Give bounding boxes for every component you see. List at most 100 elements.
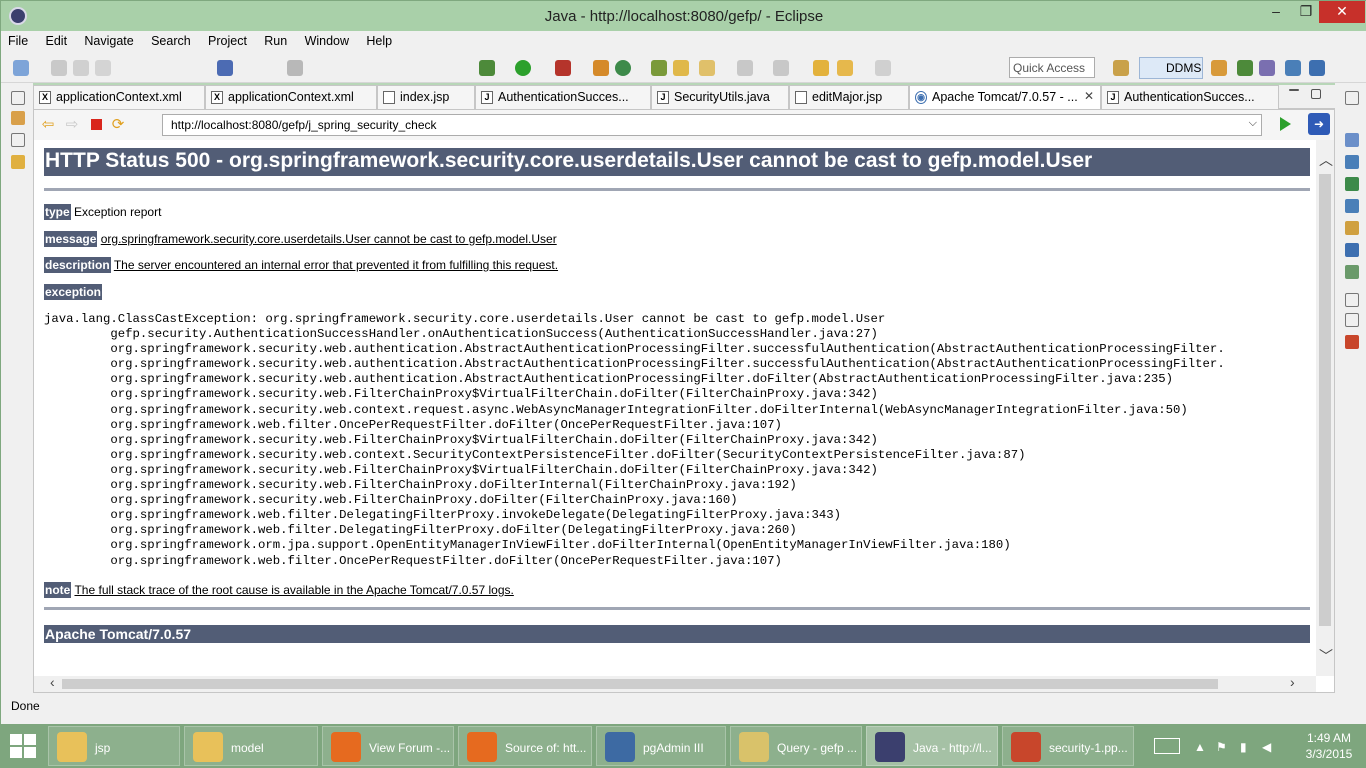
taskbar-item[interactable]: Query - gefp ... xyxy=(730,726,862,766)
search-tool-icon[interactable] xyxy=(699,60,715,76)
outline-icon[interactable] xyxy=(1345,133,1359,147)
tab-index-jsp[interactable]: index.jsp xyxy=(377,85,475,109)
minimize-editor-icon[interactable] xyxy=(1289,89,1299,91)
open-folder-icon[interactable] xyxy=(673,60,689,76)
tab-apache-tomcat-browser[interactable]: ◉ Apache Tomcat/7.0.57 - ... ✕ xyxy=(909,85,1101,109)
skip-breakpoints-icon[interactable] xyxy=(217,60,233,76)
go-icon[interactable] xyxy=(1280,117,1291,131)
restore-icon[interactable] xyxy=(11,91,25,105)
show-hidden-icons-icon[interactable]: ▲ xyxy=(1194,740,1206,754)
taskbar-item[interactable]: Source of: htt... xyxy=(458,726,592,766)
spring-explorer-icon[interactable] xyxy=(1345,177,1359,191)
perspective-label: DDMS xyxy=(1166,61,1202,75)
menu-run[interactable]: Run xyxy=(257,31,294,48)
tab-authentication-success-handler-2[interactable]: J AuthenticationSucces... xyxy=(1101,85,1279,109)
action-center-icon[interactable]: ⚑ xyxy=(1216,740,1227,754)
powerpoint-icon xyxy=(1011,732,1041,762)
menu-file[interactable]: File xyxy=(1,31,35,48)
scroll-right-icon[interactable]: › xyxy=(1290,674,1295,690)
restore-icon[interactable] xyxy=(1345,313,1359,327)
taskbar-item[interactable]: Java - http://l... xyxy=(866,726,998,766)
next-annotation-icon[interactable] xyxy=(737,60,753,76)
perspective-ddms-button[interactable]: DDMS xyxy=(1139,57,1203,79)
prev-annotation-icon[interactable] xyxy=(773,60,789,76)
url-input[interactable]: http://localhost:8080/gefp/j_spring_secu… xyxy=(162,114,1262,136)
task-list-icon[interactable] xyxy=(1345,155,1359,169)
windows-start-icon[interactable] xyxy=(10,734,36,758)
open-external-browser-icon[interactable]: ➜ xyxy=(1308,113,1330,135)
tab-application-context-1[interactable]: XapplicationContext.xml xyxy=(33,85,205,109)
taskbar-item[interactable]: security-1.pp... xyxy=(1002,726,1134,766)
debug-perspective-icon[interactable] xyxy=(1237,60,1253,76)
menu-window[interactable]: Window xyxy=(298,31,356,48)
scroll-up-icon[interactable]: ︿ xyxy=(1319,150,1333,170)
close-button[interactable]: ✕ xyxy=(1319,1,1365,23)
cvs-perspective-icon[interactable] xyxy=(1285,60,1301,76)
progress-icon[interactable] xyxy=(1345,265,1359,279)
open-perspective-icon[interactable] xyxy=(1113,60,1129,76)
menu-search[interactable]: Search xyxy=(144,31,198,48)
last-edit-icon[interactable] xyxy=(813,60,829,76)
restore-icon[interactable] xyxy=(1345,91,1359,105)
forward-icon[interactable] xyxy=(875,60,891,76)
servers-icon[interactable] xyxy=(1345,243,1359,257)
tab-authentication-success-handler[interactable]: J AuthenticationSucces... xyxy=(475,85,651,109)
run-external-icon[interactable] xyxy=(555,60,571,76)
menu-edit[interactable]: Edit xyxy=(39,31,75,48)
taskbar-item[interactable]: View Forum -... xyxy=(322,726,454,766)
print-icon[interactable] xyxy=(95,60,111,76)
close-icon[interactable]: ✕ xyxy=(1084,89,1094,103)
maximize-button[interactable]: ❐ xyxy=(1291,1,1321,23)
taskbar-item[interactable]: jsp xyxy=(48,726,180,766)
refresh-icon[interactable]: ⟳ xyxy=(110,117,126,133)
java-perspective-icon[interactable] xyxy=(1259,60,1275,76)
svn-perspective-icon[interactable] xyxy=(1309,60,1325,76)
minimize-button[interactable]: – xyxy=(1261,1,1291,23)
open-type-icon[interactable] xyxy=(651,60,667,76)
problems-icon[interactable] xyxy=(1345,221,1359,235)
new-icon[interactable] xyxy=(13,60,29,76)
build-icon[interactable] xyxy=(593,60,609,76)
menu-help[interactable]: Help xyxy=(359,31,399,48)
save-icon[interactable] xyxy=(51,60,67,76)
menu-navigate[interactable]: Navigate xyxy=(77,31,140,48)
git-icon[interactable] xyxy=(11,155,25,169)
stop-icon[interactable] xyxy=(88,117,104,133)
run-icon[interactable] xyxy=(515,60,531,76)
android-icon[interactable] xyxy=(1345,335,1359,349)
restore-icon[interactable] xyxy=(11,133,25,147)
open-task-icon[interactable] xyxy=(287,60,303,76)
scroll-thumb[interactable] xyxy=(62,679,1218,689)
description-row: description The server encountered an in… xyxy=(44,257,558,273)
chevron-down-icon[interactable]: ⌵ xyxy=(1249,117,1257,130)
tab-security-utils[interactable]: J SecurityUtils.java xyxy=(651,85,789,109)
package-explorer-icon[interactable] xyxy=(11,111,25,125)
new-java-class-icon[interactable] xyxy=(615,60,631,76)
java-ee-perspective-icon[interactable] xyxy=(1211,60,1227,76)
taskbar-item[interactable]: model xyxy=(184,726,318,766)
tab-edit-major-jsp[interactable]: editMajor.jsp xyxy=(789,85,909,109)
menu-project[interactable]: Project xyxy=(201,31,254,48)
keyboard-icon[interactable] xyxy=(1154,738,1180,754)
horizontal-scrollbar[interactable]: ‹ › xyxy=(34,674,1316,692)
debug-icon[interactable] xyxy=(479,60,495,76)
volume-icon[interactable]: ◀ xyxy=(1262,740,1271,754)
restore-icon[interactable] xyxy=(1345,293,1359,307)
scroll-thumb[interactable] xyxy=(1319,174,1331,626)
system-clock[interactable]: 1:49 AM 3/3/2015 xyxy=(1296,730,1362,762)
stack-trace-line: org.springframework.web.filter.Delegatin… xyxy=(44,523,797,538)
taskbar-item[interactable]: pgAdmin III xyxy=(596,726,726,766)
scroll-left-icon[interactable]: ‹ xyxy=(50,674,55,690)
save-all-icon[interactable] xyxy=(73,60,89,76)
quick-access-input[interactable]: Quick Access xyxy=(1009,57,1095,78)
back-icon[interactable]: ⇦ xyxy=(40,117,56,133)
maximize-editor-icon[interactable] xyxy=(1311,89,1321,99)
taskbar-item-label: Java - http://l... xyxy=(913,741,992,755)
back-icon[interactable] xyxy=(837,60,853,76)
tab-application-context-2[interactable]: XapplicationContext.xml xyxy=(205,85,377,109)
console-icon[interactable] xyxy=(1345,199,1359,213)
network-icon[interactable]: ▮ xyxy=(1240,740,1247,754)
vertical-scrollbar[interactable]: ︿ ﹀ xyxy=(1316,140,1334,676)
scroll-down-icon[interactable]: ﹀ xyxy=(1319,646,1333,666)
forward-icon[interactable]: ⇨ xyxy=(64,117,80,133)
